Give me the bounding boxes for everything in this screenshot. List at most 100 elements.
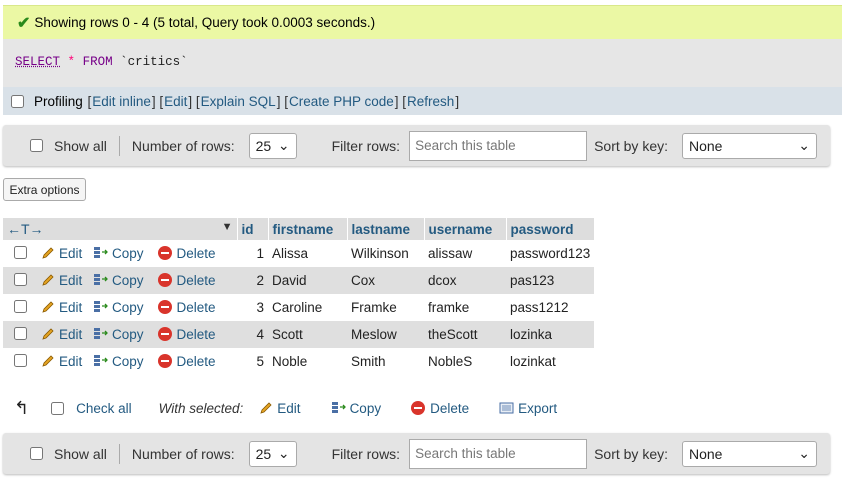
filter-rows-input-bottom[interactable]: Search this table (409, 438, 588, 469)
cell-lastname: Cox (347, 267, 424, 294)
row-delete-button[interactable]: Delete (157, 273, 216, 288)
row-copy-button[interactable]: Copy (93, 300, 144, 315)
filter-rows-label: Filter rows: (331, 137, 401, 154)
cell-lastname: Meslow (347, 321, 424, 348)
cell-password: password123 (506, 240, 595, 267)
explain-sql-link[interactable]: Explain SQL (201, 94, 276, 109)
row-edit-label: Edit (59, 300, 83, 315)
sql-table-name: `critics` (120, 55, 188, 69)
column-header-firstname[interactable]: firstname (268, 218, 348, 240)
row-delete-label: Delete (176, 327, 216, 342)
bulk-edit-label: Edit (277, 400, 301, 416)
row-copy-button[interactable]: Copy (93, 327, 144, 342)
sql-query: SELECT * FROM `critics` (15, 55, 188, 69)
top-navigation-bar: Show all Number of rows: 25 ⌄ Filter row… (3, 125, 830, 166)
copy-rows-icon (94, 355, 108, 366)
row-copy-label: Copy (112, 246, 144, 261)
row-edit-button[interactable]: Edit (37, 240, 89, 267)
success-message-bar: ✔ Showing rows 0 - 4 (5 total, Query too… (3, 5, 842, 39)
pencil-icon (42, 247, 54, 259)
cell-firstname: David (268, 267, 347, 294)
row-delete-label: Delete (176, 246, 216, 261)
sql-select-keyword[interactable]: SELECT (15, 55, 60, 69)
row-delete-button[interactable]: Delete (157, 246, 216, 261)
rows-count-label-bottom: Number of rows: (131, 445, 235, 462)
sort-arrows-icon[interactable]: ←T→ (7, 221, 44, 237)
column-controls-header: ←T→ ▼ (3, 218, 238, 240)
row-checkbox[interactable] (13, 353, 27, 367)
row-delete-label: Delete (176, 273, 216, 288)
row-edit-button[interactable]: Edit (37, 267, 89, 294)
profiling-bar: Profiling [Edit inline] [Edit] [Explain … (3, 87, 842, 115)
cell-firstname: Alissa (268, 240, 347, 267)
bulk-edit-button[interactable]: Edit (259, 400, 301, 416)
column-header-username[interactable]: username (424, 218, 507, 240)
extra-options-button[interactable]: Extra options (3, 178, 86, 201)
rows-count-label: Number of rows: (131, 137, 235, 154)
row-delete-button[interactable]: Delete (157, 300, 216, 315)
sort-by-key-select-bottom[interactable]: None ⌄ (682, 440, 817, 467)
copy-rows-icon (94, 328, 108, 339)
sort-by-key-select[interactable]: None ⌄ (682, 132, 817, 159)
row-checkbox[interactable] (13, 245, 27, 259)
copy-rows-icon (94, 247, 108, 258)
bulk-copy-button[interactable]: Copy (331, 400, 382, 416)
bulk-export-button[interactable]: Export (499, 401, 557, 416)
bulk-delete-button[interactable]: Delete (411, 400, 469, 416)
row-copy-button[interactable]: Copy (93, 246, 144, 261)
profiling-checkbox[interactable] (11, 94, 24, 108)
cell-lastname: Framke (347, 294, 424, 321)
row-actions-cell: Copy Delete (89, 240, 237, 267)
row-delete-button[interactable]: Delete (157, 354, 216, 369)
check-all-link[interactable]: Check all (76, 401, 132, 416)
create-php-code-link[interactable]: Create PHP code (289, 94, 394, 109)
arrow-up-left-icon: ↰ (14, 397, 30, 418)
row-checkbox[interactable] (13, 326, 27, 340)
table-row: Edit Copy Delete 2 David Cox dcox pas123 (3, 267, 595, 294)
refresh-link[interactable]: Refresh (407, 94, 454, 109)
edit-query-link[interactable]: Edit (164, 94, 187, 109)
cell-id: 1 (237, 240, 268, 267)
pencil-icon (42, 274, 54, 286)
row-checkbox[interactable] (13, 299, 27, 313)
row-select-cell (3, 321, 37, 348)
row-checkbox[interactable] (13, 272, 27, 286)
cell-id: 4 (237, 321, 268, 348)
delete-icon (157, 300, 172, 314)
checkmark-icon: ✔ (17, 14, 31, 32)
edit-inline-link[interactable]: Edit inline (92, 94, 151, 109)
cell-id: 3 (237, 294, 268, 321)
row-edit-button[interactable]: Edit (37, 321, 89, 348)
row-actions-cell: Copy Delete (89, 321, 237, 348)
cell-id: 5 (237, 348, 268, 375)
row-copy-button[interactable]: Copy (93, 273, 144, 288)
show-all-checkbox-bottom[interactable] (30, 447, 43, 460)
check-all-checkbox[interactable] (51, 401, 65, 415)
column-header-password[interactable]: password (506, 218, 595, 240)
row-delete-button[interactable]: Delete (157, 327, 216, 342)
rows-count-select-bottom[interactable]: 25 ⌄ (248, 440, 297, 467)
chevron-down-icon: ⌄ (277, 445, 290, 461)
column-header-id[interactable]: id (237, 218, 269, 240)
bulk-copy-label: Copy (349, 400, 382, 416)
row-select-cell (3, 348, 37, 375)
row-delete-label: Delete (176, 354, 216, 369)
row-copy-label: Copy (112, 327, 144, 342)
row-actions-cell: Copy Delete (89, 348, 237, 375)
rows-count-select[interactable]: 25 ⌄ (248, 132, 297, 159)
row-copy-label: Copy (112, 354, 144, 369)
profiling-label: Profiling (34, 93, 83, 109)
delete-icon (157, 273, 172, 287)
export-icon (499, 402, 514, 413)
column-menu-icon[interactable]: ▼ (222, 221, 233, 233)
cell-password: pas123 (506, 267, 595, 294)
row-edit-button[interactable]: Edit (37, 294, 89, 321)
column-header-lastname[interactable]: lastname (347, 218, 425, 240)
cell-id: 2 (237, 267, 268, 294)
row-copy-button[interactable]: Copy (93, 354, 144, 369)
row-edit-button[interactable]: Edit (37, 348, 89, 375)
delete-icon (157, 354, 172, 368)
show-all-checkbox[interactable] (30, 139, 43, 152)
filter-rows-input[interactable]: Search this table (409, 130, 588, 161)
cell-username: framke (424, 294, 506, 321)
